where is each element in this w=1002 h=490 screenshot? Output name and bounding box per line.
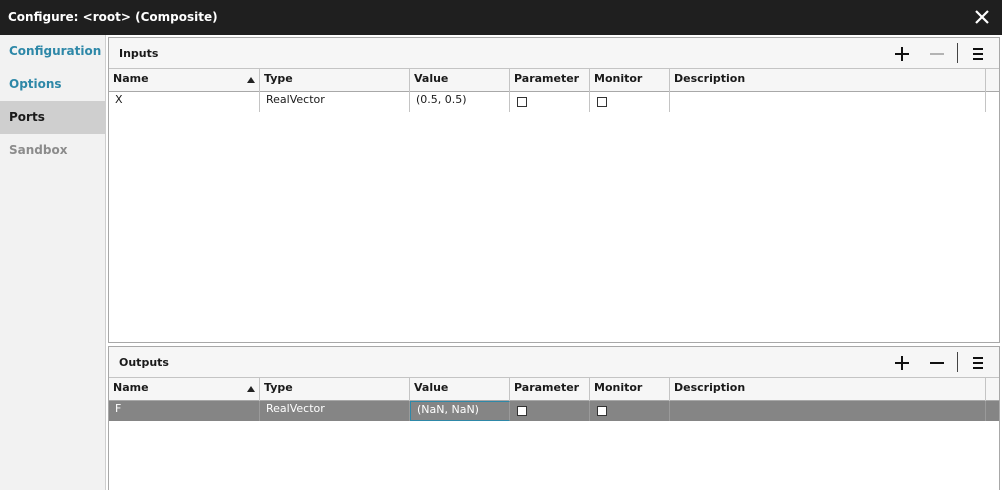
parameter-checkbox[interactable] [517, 406, 527, 416]
table-row[interactable]: F RealVector (NaN, NaN) [109, 401, 999, 421]
sort-ascending-icon [247, 386, 255, 392]
column-header-name[interactable]: Name [109, 69, 260, 92]
monitor-checkbox[interactable] [597, 406, 607, 416]
outputs-menu-icon[interactable] [968, 353, 988, 373]
monitor-checkbox[interactable] [597, 97, 607, 107]
add-output-button[interactable] [892, 353, 912, 373]
sidebar-item-ports[interactable]: Ports [0, 101, 105, 134]
column-header-value[interactable]: Value [410, 378, 510, 401]
column-header-parameter[interactable]: Parameter [510, 378, 590, 401]
sidebar-item-options[interactable]: Options [0, 68, 105, 101]
input-type-cell[interactable]: RealVector [260, 92, 410, 112]
input-parameter-cell [510, 92, 590, 112]
column-header-name-label: Name [113, 72, 149, 85]
inputs-panel-header: Inputs [109, 38, 999, 69]
column-header-name-label: Name [113, 381, 149, 394]
outputs-panel-header: Outputs [109, 347, 999, 378]
sidebar: Configuration Options Ports Sandbox [0, 35, 106, 490]
remove-input-button[interactable] [927, 44, 947, 64]
toolbar-separator [957, 43, 958, 63]
output-parameter-cell [510, 401, 590, 421]
output-type-cell[interactable]: RealVector [260, 401, 410, 421]
column-header-type[interactable]: Type [260, 378, 410, 401]
close-icon[interactable] [972, 7, 992, 27]
parameter-checkbox[interactable] [517, 97, 527, 107]
table-row[interactable]: X RealVector (0.5, 0.5) [109, 92, 999, 112]
window-title: Configure: <root> (Composite) [8, 10, 218, 24]
output-name-cell[interactable]: F [109, 401, 260, 421]
outputs-panel: Outputs Name Type Value Parameter Monito… [108, 346, 1000, 490]
input-monitor-cell [590, 92, 670, 112]
input-name-cell[interactable]: X [109, 92, 260, 112]
sidebar-item-sandbox[interactable]: Sandbox [0, 134, 105, 167]
column-header-parameter[interactable]: Parameter [510, 69, 590, 92]
toolbar-separator [957, 352, 958, 372]
column-header-monitor[interactable]: Monitor [590, 69, 670, 92]
output-description-cell[interactable] [670, 401, 986, 421]
column-header-value[interactable]: Value [410, 69, 510, 92]
column-header-description[interactable]: Description [670, 378, 986, 401]
inputs-panel: Inputs Name Type Value Parameter Monitor… [108, 37, 1000, 343]
column-header-monitor[interactable]: Monitor [590, 378, 670, 401]
add-input-button[interactable] [892, 44, 912, 64]
sort-ascending-icon [247, 77, 255, 83]
inputs-column-header: Name Type Value Parameter Monitor Descri… [109, 69, 999, 92]
window-titlebar: Configure: <root> (Composite) [0, 0, 1002, 35]
outputs-column-header: Name Type Value Parameter Monitor Descri… [109, 378, 999, 401]
column-header-type[interactable]: Type [260, 69, 410, 92]
sidebar-item-configuration[interactable]: Configuration [0, 35, 105, 68]
output-value-cell[interactable]: (NaN, NaN) [410, 401, 510, 421]
input-value-cell[interactable]: (0.5, 0.5) [410, 92, 510, 112]
column-header-description[interactable]: Description [670, 69, 986, 92]
output-monitor-cell [590, 401, 670, 421]
inputs-menu-icon[interactable] [968, 44, 988, 64]
input-description-cell[interactable] [670, 92, 986, 112]
inputs-panel-title: Inputs [119, 47, 159, 60]
column-header-name[interactable]: Name [109, 378, 260, 401]
outputs-panel-title: Outputs [119, 356, 169, 369]
remove-output-button[interactable] [927, 353, 947, 373]
